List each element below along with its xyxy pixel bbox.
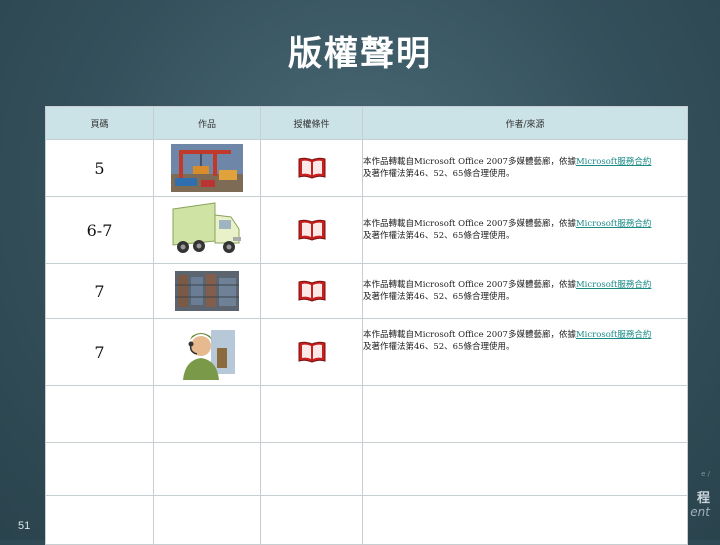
corner-text-top: 程 <box>696 491 710 506</box>
service-agreement-link[interactable]: Microsoft服務合約 <box>576 330 651 340</box>
table-row-empty <box>45 495 688 545</box>
license-cell <box>260 139 363 197</box>
license-cell <box>260 196 363 264</box>
slide-number: 51 <box>18 520 31 532</box>
corner-text-bottom: ent <box>690 505 710 519</box>
source-text: 本作品轉載自Microsoft Office 2007多媒體藝廊，依據 <box>363 330 576 340</box>
warehouse-photo <box>175 271 239 311</box>
source-text: 本作品轉載自Microsoft Office 2007多媒體藝廊，依據 <box>363 219 576 229</box>
work-cell <box>153 263 261 319</box>
open-book-icon <box>298 341 325 363</box>
table-row: 5 本作品轉載自Microsoft Office 2007多媒體藝廊，依據Mic… <box>45 139 688 197</box>
work-cell <box>153 318 261 386</box>
slide-title: 版權聲明 <box>288 34 432 74</box>
table-row: 6-7 本作品轉載自Microsoft Office 2007多媒體藝廊，依據M… <box>45 196 688 264</box>
page-number: 7 <box>45 318 154 386</box>
table-row: 7 本作品轉載自Microsoft Office 2007多媒體藝廊，依據Mic… <box>45 263 688 319</box>
source-text: 本作品轉載自Microsoft Office 2007多媒體藝廊，依據 <box>363 157 576 167</box>
source-text: 本作品轉載自Microsoft Office 2007多媒體藝廊，依據 <box>363 280 576 290</box>
header-source: 作者/來源 <box>362 106 688 140</box>
source-text-2: 及著作權法第46、52、65條合理使用。 <box>363 231 515 241</box>
open-book-icon <box>298 157 325 179</box>
service-agreement-link[interactable]: Microsoft服務合約 <box>576 157 651 167</box>
service-agreement-link[interactable]: Microsoft服務合約 <box>576 219 651 229</box>
service-agreement-link[interactable]: Microsoft服務合約 <box>576 280 651 290</box>
source-cell: 本作品轉載自Microsoft Office 2007多媒體藝廊，依據Micro… <box>362 196 688 264</box>
source-cell: 本作品轉載自Microsoft Office 2007多媒體藝廊，依據Micro… <box>362 318 688 386</box>
source-text-2: 及著作權法第46、52、65條合理使用。 <box>363 169 515 179</box>
open-book-icon <box>298 280 325 302</box>
source-cell: 本作品轉載自Microsoft Office 2007多媒體藝廊，依據Micro… <box>362 263 688 319</box>
table-row: 7 本作品轉載自Microsoft Office 2007多媒體藝廊，依據Mic… <box>45 318 688 386</box>
open-book-icon <box>298 219 325 241</box>
work-cell <box>153 196 261 264</box>
crane-cargo-clipart <box>171 144 243 192</box>
source-text-2: 及著作權法第46、52、65條合理使用。 <box>363 342 515 352</box>
page-number: 5 <box>45 139 154 197</box>
header-license: 授權條件 <box>260 106 363 140</box>
header-page: 頁碼 <box>45 106 154 140</box>
corner-text-small: e / <box>701 470 710 478</box>
page-number: 6-7 <box>45 196 154 264</box>
page-number: 7 <box>45 263 154 319</box>
header-work: 作品 <box>153 106 261 140</box>
delivery-truck-clipart <box>172 202 241 253</box>
source-cell: 本作品轉載自Microsoft Office 2007多媒體藝廊，依據Micro… <box>362 139 688 197</box>
table-row-empty <box>45 442 688 496</box>
table-header-row: 頁碼 作品 授權條件 作者/來源 <box>45 106 688 140</box>
table-row-empty <box>45 385 688 443</box>
source-text-2: 及著作權法第46、52、65條合理使用。 <box>363 292 515 302</box>
headset-worker-clipart <box>177 324 237 380</box>
work-cell <box>153 139 261 197</box>
copyright-table: 頁碼 作品 授權條件 作者/來源 5 本作品轉載自Microsoft Offic… <box>45 106 688 545</box>
license-cell <box>260 318 363 386</box>
license-cell <box>260 263 363 319</box>
